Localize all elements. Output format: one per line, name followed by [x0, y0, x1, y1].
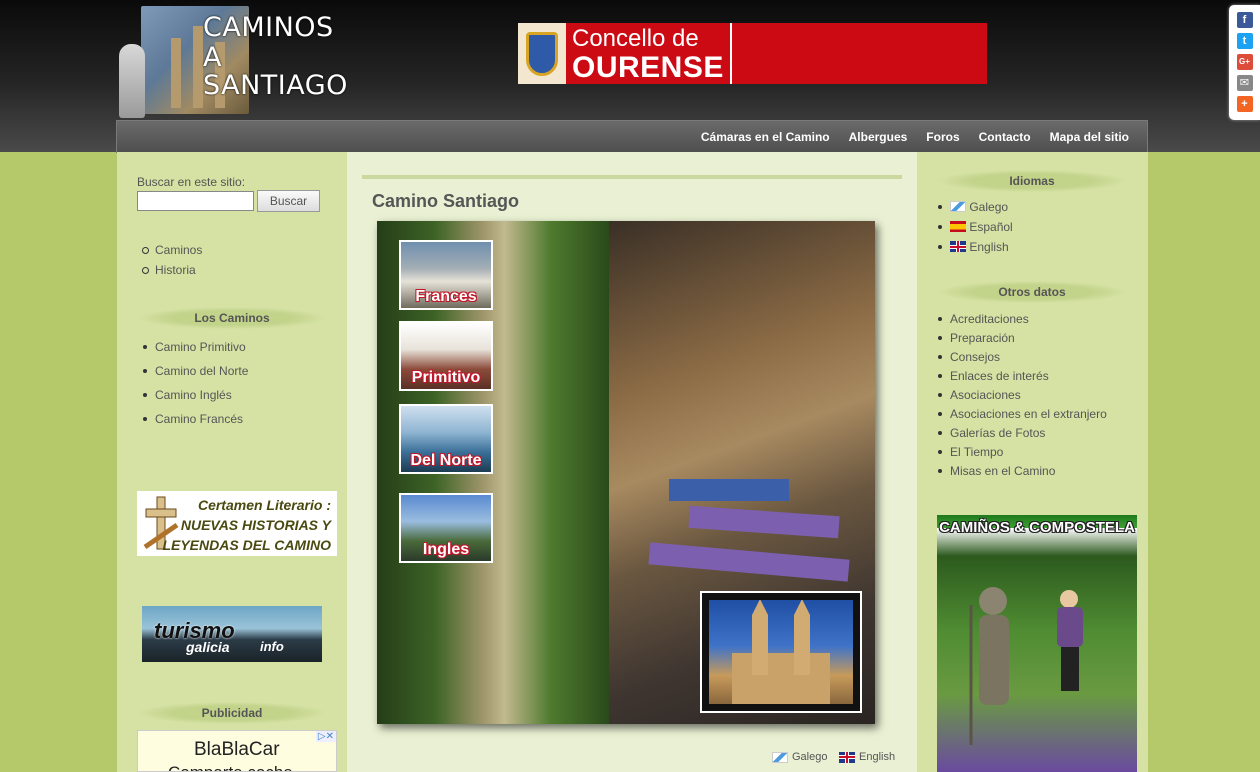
site-logo[interactable]: CAMINOS A SANTIAGO [115, 4, 360, 118]
search-button[interactable]: Buscar [257, 190, 320, 212]
thumb-ingles[interactable]: Ingles [399, 493, 493, 563]
content-lang-label: English [859, 751, 896, 763]
languages-list: Galego Español English [932, 200, 1013, 254]
nav-mapa-del-sitio[interactable]: Mapa del sitio [1050, 130, 1129, 144]
language-label: Galego [969, 200, 1009, 214]
search-label: Buscar en este sitio: [137, 175, 246, 189]
language-espanol[interactable]: Español [932, 220, 1013, 234]
pilgrim-statue-icon [969, 587, 1083, 745]
sleeping-mat [648, 542, 850, 582]
logo-word-a: A [203, 42, 222, 73]
otros-datos-list: Acreditaciones Preparación Consejos Enla… [932, 312, 1107, 478]
language-galego[interactable]: Galego [932, 200, 1013, 214]
spanish-flag-icon [950, 221, 966, 232]
ad-choices-icon[interactable]: ▷✕ [315, 731, 336, 742]
link-preparacion[interactable]: Preparación [932, 331, 1107, 345]
thumb-label: Primitivo [411, 369, 481, 386]
caminos-composela-poster[interactable]: CAMIÑOS & COMPOSTELA [937, 515, 1137, 772]
logo-tower [193, 26, 203, 108]
content-lang-galego[interactable]: Galego [772, 751, 827, 763]
concello-ourense-banner[interactable]: Concello de OURENSE [518, 23, 987, 84]
thumb-primitivo[interactable]: Primitivo [399, 321, 493, 391]
otros-datos-heading: Otros datos [939, 281, 1125, 303]
certamen-line: LEYENDAS DEL CAMINO [162, 537, 331, 553]
uk-flag-icon [950, 241, 966, 252]
content-rule [362, 175, 902, 179]
link-consejos[interactable]: Consejos [932, 350, 1107, 364]
sleeping-mat [669, 479, 789, 501]
certamen-literario-banner[interactable]: Certamen Literario : NUEVAS HISTORIAS Y … [137, 491, 337, 556]
poster-title: CAMIÑOS & COMPOSTELA [939, 519, 1135, 536]
top-links-list: Caminos Historia [137, 243, 202, 277]
left-sidebar: Buscar en este sitio: Buscar Caminos His… [117, 152, 347, 772]
publicidad-heading: Publicidad [139, 702, 325, 724]
link-historia[interactable]: Historia [137, 263, 202, 277]
logo-word-santiago: SANTIAGO [203, 70, 348, 101]
link-camino-del-norte[interactable]: Camino del Norte [137, 364, 248, 378]
email-icon[interactable]: ✉ [1236, 75, 1253, 91]
link-misas[interactable]: Misas en el Camino [932, 464, 1107, 478]
page-title: Camino Santiago [372, 191, 520, 211]
social-share-bar: f t G+ ✉ + [1229, 5, 1260, 120]
link-camino-ingles[interactable]: Camino Inglés [137, 388, 248, 402]
link-asociaciones[interactable]: Asociaciones [932, 388, 1107, 402]
content-lang-label: Galego [792, 751, 828, 763]
banner-line1: Concello de [572, 25, 699, 52]
link-acreditaciones[interactable]: Acreditaciones [932, 312, 1107, 326]
main-nav: Cámaras en el Camino Albergues Foros Con… [116, 120, 1148, 153]
thumb-frances[interactable]: Frances [399, 240, 493, 310]
right-sidebar: Idiomas Galego Español English Otros dat… [917, 152, 1148, 772]
search-input[interactable] [137, 191, 254, 211]
link-enlaces[interactable]: Enlaces de interés [932, 369, 1107, 383]
certamen-text: Certamen Literario : NUEVAS HISTORIAS Y … [162, 495, 331, 555]
link-galerias[interactable]: Galerías de Fotos [932, 426, 1107, 440]
camino-image-map: Frances Primitivo Del Norte Ingles [377, 221, 875, 724]
uk-flag-icon [839, 751, 855, 763]
share-icon[interactable]: + [1236, 96, 1253, 112]
main-content: Camino Santiago Frances Primitivo Del No… [347, 152, 917, 772]
google-plus-icon[interactable]: G+ [1236, 54, 1253, 70]
certamen-line: NUEVAS HISTORIAS Y [180, 517, 331, 533]
ourense-crest-icon [518, 23, 566, 84]
caminos-list: Camino Primitivo Camino del Norte Camino… [137, 340, 248, 426]
cathedral-icon [695, 586, 867, 718]
nav-camaras[interactable]: Cámaras en el Camino [701, 130, 830, 144]
logo-tower [171, 38, 181, 108]
galicia-word: galicia [186, 639, 230, 655]
cathedral-photo[interactable] [695, 586, 867, 718]
link-el-tiempo[interactable]: El Tiempo [932, 445, 1107, 459]
los-caminos-heading: Los Caminos [139, 307, 325, 329]
link-camino-frances[interactable]: Camino Francés [137, 412, 248, 426]
link-caminos[interactable]: Caminos [137, 243, 202, 257]
nav-foros[interactable]: Foros [926, 130, 959, 144]
banner-text: Concello de OURENSE [566, 23, 732, 84]
nav-albergues[interactable]: Albergues [849, 130, 908, 144]
link-asociaciones-extranjero[interactable]: Asociaciones en el extranjero [932, 407, 1107, 421]
blablacar-ad[interactable]: ▷✕ BlaBlaCar Comparte coche [137, 730, 337, 772]
sleeping-mat [688, 505, 840, 539]
galician-flag-icon [950, 201, 966, 212]
logo-pilgrim-statue [119, 44, 145, 118]
language-english[interactable]: English [932, 240, 1013, 254]
link-camino-primitivo[interactable]: Camino Primitivo [137, 340, 248, 354]
thumb-label: Frances [415, 288, 477, 305]
twitter-icon[interactable]: t [1236, 33, 1253, 49]
turismo-galicia-banner[interactable]: turismo galicia info [142, 606, 322, 662]
certamen-line: Certamen Literario : [197, 497, 331, 513]
language-label: Español [969, 220, 1013, 234]
logo-word-caminos: CAMINOS [203, 12, 334, 43]
info-word: info [260, 639, 284, 654]
content-lang-english[interactable]: English [839, 751, 895, 763]
idiomas-heading: Idiomas [939, 170, 1125, 192]
galician-flag-icon [772, 751, 788, 763]
thumb-label: Ingles [422, 541, 470, 558]
thumb-del-norte[interactable]: Del Norte [399, 404, 493, 474]
thumb-label: Del Norte [410, 452, 482, 469]
facebook-icon[interactable]: f [1236, 12, 1253, 28]
ad-line2: Comparte coche [168, 763, 293, 771]
nav-contacto[interactable]: Contacto [979, 130, 1031, 144]
banner-line2: OURENSE [572, 51, 724, 84]
ad-line1: BlaBlaCar [194, 739, 280, 760]
language-label: English [969, 240, 1009, 254]
